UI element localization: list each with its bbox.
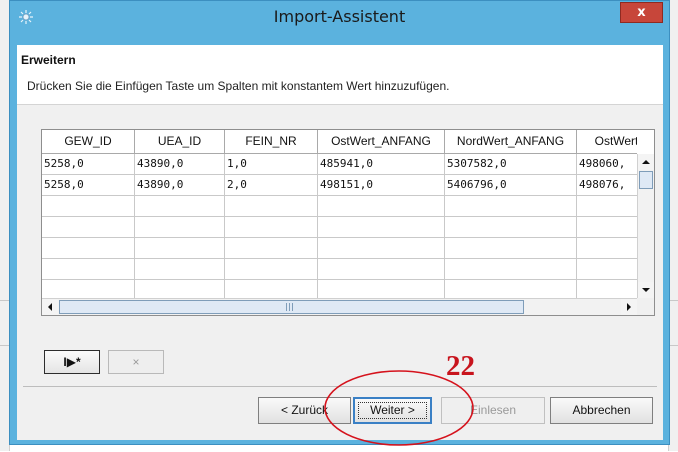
table-row[interactable] bbox=[42, 280, 637, 298]
table-cell[interactable] bbox=[225, 259, 318, 280]
table-cell[interactable] bbox=[445, 280, 577, 298]
horizontal-scrollbar[interactable] bbox=[42, 298, 637, 315]
table-cell[interactable]: 5406796,0 bbox=[445, 175, 577, 196]
table-header: GEW_ID UEA_ID FEIN_NR OstWert_ANFANG Nor… bbox=[42, 130, 637, 154]
scrollbar-corner bbox=[637, 298, 654, 315]
table-cell[interactable] bbox=[135, 259, 225, 280]
step-description: Drücken Sie die Einfügen Taste um Spalte… bbox=[27, 79, 450, 93]
table-row[interactable] bbox=[42, 217, 637, 238]
table-cell[interactable] bbox=[318, 259, 445, 280]
table-cell[interactable]: 498076, bbox=[577, 175, 637, 196]
table-cell[interactable] bbox=[42, 259, 135, 280]
table-cell[interactable] bbox=[42, 196, 135, 217]
preview-table: GEW_ID UEA_ID FEIN_NR OstWert_ANFANG Nor… bbox=[41, 129, 655, 316]
table-cell[interactable] bbox=[577, 238, 637, 259]
table-cell[interactable]: 43890,0 bbox=[135, 175, 225, 196]
close-button[interactable]: x bbox=[620, 2, 663, 23]
table-cell[interactable]: 485941,0 bbox=[318, 154, 445, 175]
table-cell[interactable] bbox=[135, 280, 225, 298]
table-cell[interactable] bbox=[445, 196, 577, 217]
column-header-ostwert[interactable]: OstWert bbox=[577, 130, 637, 154]
table-row[interactable] bbox=[42, 259, 637, 280]
table-cell[interactable]: 5258,0 bbox=[42, 154, 135, 175]
table-cell[interactable] bbox=[225, 196, 318, 217]
table-row[interactable] bbox=[42, 238, 637, 259]
horizontal-scroll-thumb[interactable] bbox=[59, 300, 524, 314]
table-cell[interactable] bbox=[577, 217, 637, 238]
table-cell[interactable] bbox=[225, 238, 318, 259]
table-cell[interactable] bbox=[318, 280, 445, 298]
table-cell[interactable] bbox=[225, 217, 318, 238]
triangle-left-icon bbox=[48, 303, 52, 311]
table-cell[interactable] bbox=[445, 259, 577, 280]
column-header-uea-id[interactable]: UEA_ID bbox=[135, 130, 225, 154]
table-body: 5258,0 43890,0 1,0 485941,0 5307582,0 49… bbox=[42, 154, 637, 298]
table-row[interactable] bbox=[42, 196, 637, 217]
table-cell[interactable]: 2,0 bbox=[225, 175, 318, 196]
table-cell[interactable] bbox=[135, 238, 225, 259]
table-cell[interactable]: 1,0 bbox=[225, 154, 318, 175]
column-header-gew-id[interactable]: GEW_ID bbox=[42, 130, 135, 154]
window-title: Import-Assistent bbox=[273, 7, 406, 26]
add-constant-column-button[interactable]: I▶* bbox=[44, 350, 100, 374]
table-cell[interactable] bbox=[42, 238, 135, 259]
scroll-down-button[interactable] bbox=[638, 282, 654, 298]
grip-icon bbox=[286, 303, 294, 311]
highlight-ellipse bbox=[324, 370, 474, 446]
column-header-fein-nr[interactable]: FEIN_NR bbox=[225, 130, 318, 154]
table-cell[interactable] bbox=[42, 280, 135, 298]
table-cell[interactable] bbox=[135, 217, 225, 238]
vertical-scroll-thumb[interactable] bbox=[639, 171, 653, 189]
table-cell[interactable]: 5307582,0 bbox=[445, 154, 577, 175]
table-cell[interactable] bbox=[577, 280, 637, 298]
table-cell[interactable]: 5258,0 bbox=[42, 175, 135, 196]
scroll-up-button[interactable] bbox=[638, 154, 654, 170]
cancel-button[interactable]: Abbrechen bbox=[550, 397, 653, 424]
table-cell[interactable] bbox=[445, 217, 577, 238]
remove-column-button[interactable]: × bbox=[108, 350, 164, 374]
table-row[interactable]: 5258,0 43890,0 2,0 498151,0 5406796,0 49… bbox=[42, 175, 637, 196]
table-cell[interactable] bbox=[318, 196, 445, 217]
scroll-right-button[interactable] bbox=[621, 299, 637, 315]
table-cell[interactable]: 498151,0 bbox=[318, 175, 445, 196]
column-header-ostwert-anfang[interactable]: OstWert_ANFANG bbox=[318, 130, 445, 154]
step-header: Erweitern Drücken Sie die Einfügen Taste… bbox=[17, 45, 663, 105]
triangle-right-icon bbox=[627, 303, 631, 311]
title-bar[interactable]: Import-Assistent x bbox=[10, 1, 669, 33]
table-cell[interactable] bbox=[577, 259, 637, 280]
table-cell[interactable] bbox=[42, 217, 135, 238]
table-row[interactable]: 5258,0 43890,0 1,0 485941,0 5307582,0 49… bbox=[42, 154, 637, 175]
table-cell[interactable]: 43890,0 bbox=[135, 154, 225, 175]
triangle-down-icon bbox=[642, 288, 650, 292]
triangle-up-icon bbox=[642, 160, 650, 164]
column-header-nordwert-anfang[interactable]: NordWert_ANFANG bbox=[445, 130, 577, 154]
table-cell[interactable] bbox=[225, 280, 318, 298]
table-viewport: GEW_ID UEA_ID FEIN_NR OstWert_ANFANG Nor… bbox=[42, 130, 637, 298]
step-title: Erweitern bbox=[21, 53, 76, 67]
table-cell[interactable]: 498060, bbox=[577, 154, 637, 175]
scroll-left-button[interactable] bbox=[42, 299, 58, 315]
table-cell[interactable] bbox=[577, 196, 637, 217]
table-cell[interactable] bbox=[445, 238, 577, 259]
vertical-scrollbar[interactable] bbox=[637, 154, 654, 298]
table-cell[interactable] bbox=[318, 238, 445, 259]
table-cell[interactable] bbox=[135, 196, 225, 217]
table-cell[interactable] bbox=[318, 217, 445, 238]
